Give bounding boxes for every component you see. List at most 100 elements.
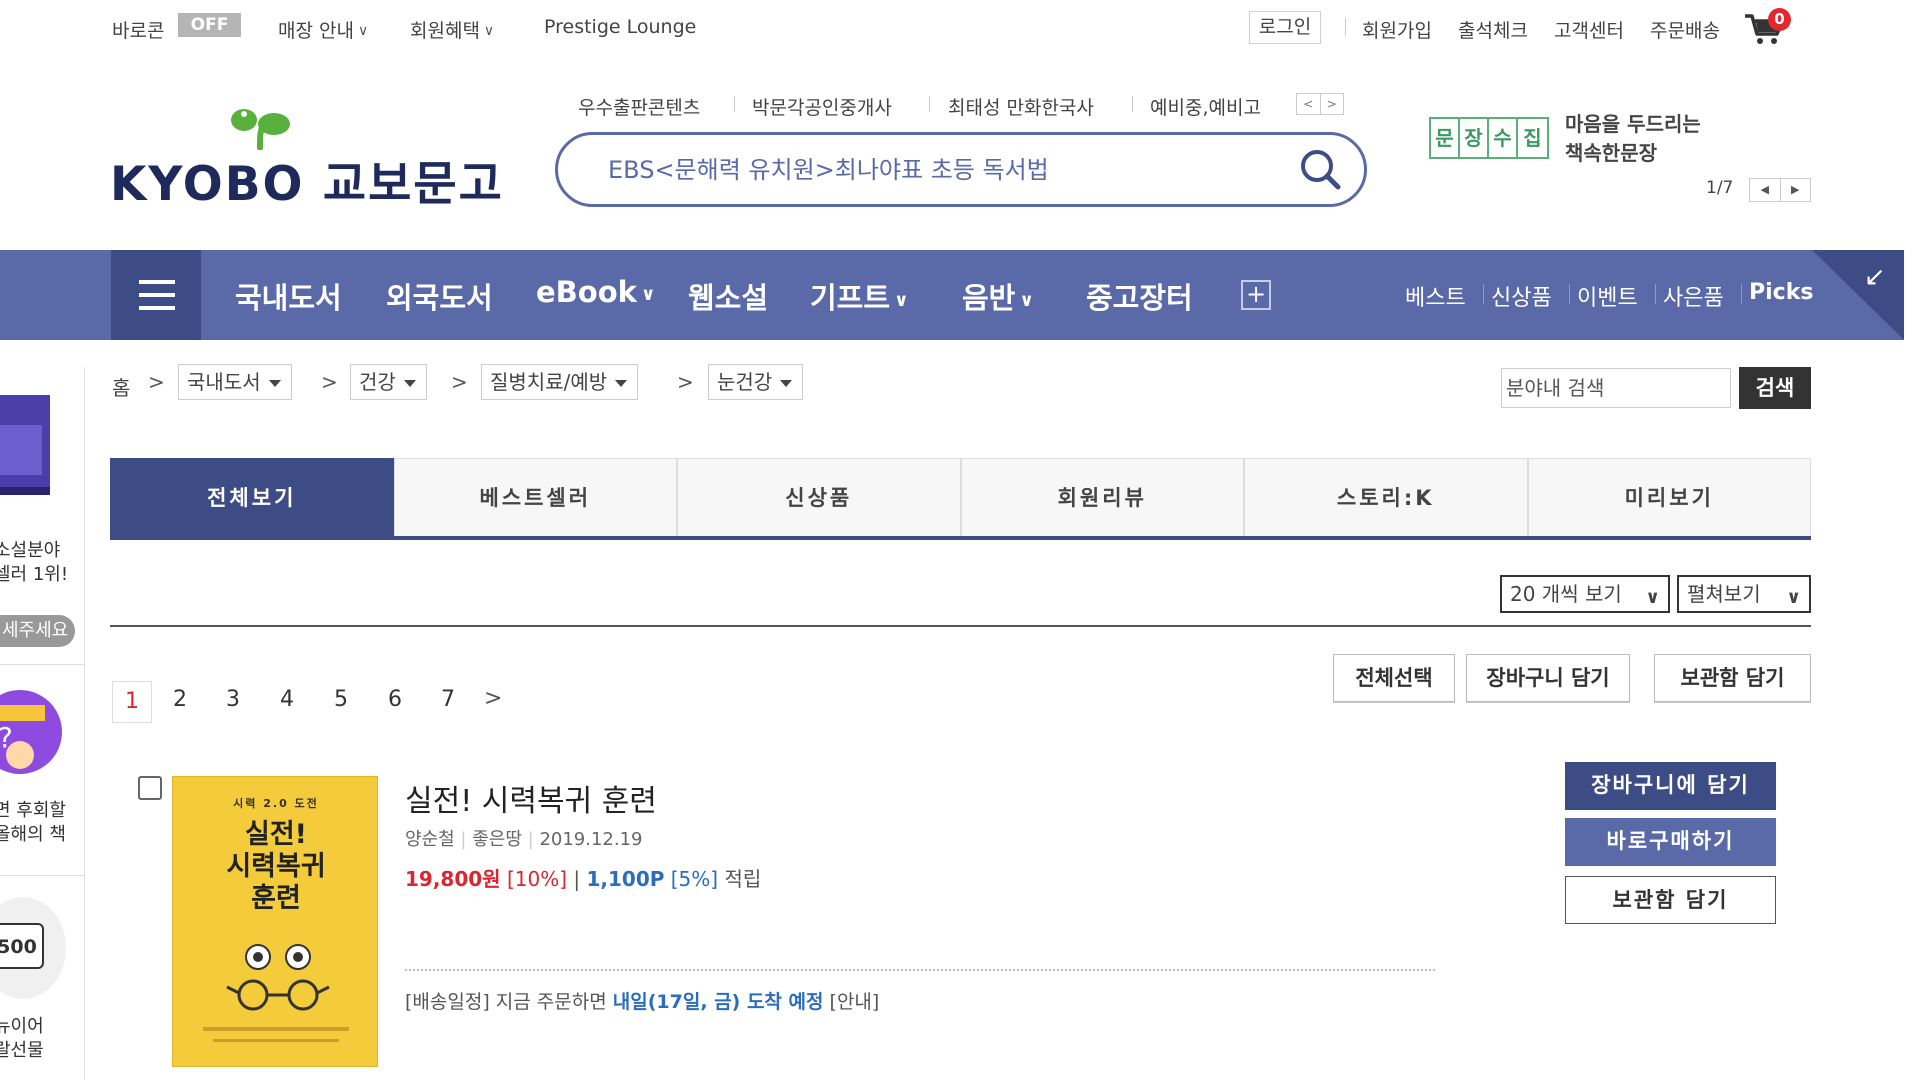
- plus-box-icon[interactable]: +: [1241, 280, 1271, 310]
- cart-button[interactable]: 0: [1743, 8, 1795, 48]
- tab-reviews[interactable]: 회원리뷰: [960, 458, 1244, 536]
- chevron-down-icon: ∨: [357, 23, 369, 39]
- nav-gifts[interactable]: 사은품: [1663, 280, 1724, 312]
- nav-new[interactable]: 신상품: [1491, 280, 1552, 312]
- nav-music[interactable]: 음반 ∨: [962, 275, 1034, 317]
- chevron-right-icon[interactable]: >: [1321, 94, 1344, 114]
- keyword-link[interactable]: 박문각공인중개사: [752, 93, 892, 120]
- nav-domestic-books[interactable]: 국내도서: [235, 275, 342, 317]
- nav-best[interactable]: 베스트: [1405, 280, 1466, 312]
- separator: [1741, 284, 1742, 304]
- page-link[interactable]: 4: [280, 687, 294, 712]
- baroke-toggle[interactable]: OFF: [178, 13, 241, 37]
- breadcrumb-home[interactable]: 홈: [112, 372, 130, 401]
- page-link[interactable]: 5: [334, 687, 348, 712]
- category-search-input[interactable]: [1501, 368, 1731, 408]
- sidebar-button[interactable]: 세주세요: [0, 615, 75, 647]
- buy-now-button[interactable]: 바로구매하기: [1565, 818, 1776, 866]
- book-of-year-badge[interactable]: ?: [0, 677, 70, 797]
- left-sidebar: 소설분야 셀러 1위! 세주세요 ? 면 후회할 올해의 책 500 뉴이어 랄…: [0, 367, 85, 1080]
- prestige-lounge-link[interactable]: Prestige Lounge: [544, 16, 696, 38]
- coin-badge[interactable]: 500: [0, 897, 66, 999]
- promo-line-2[interactable]: 책속한문장: [1565, 137, 1657, 166]
- breadcrumb-select-level-2[interactable]: 건강: [350, 364, 427, 400]
- tab-bestseller[interactable]: 베스트셀러: [393, 458, 677, 536]
- nav-ebook[interactable]: eBook ∨: [536, 275, 656, 309]
- cover-title-line: 실전!: [245, 819, 307, 850]
- chevron-down-icon: ∨: [1786, 587, 1801, 608]
- kyobo-logo[interactable]: KYOBO 교보문고: [110, 145, 504, 214]
- separator: [929, 96, 930, 112]
- book-cover-thumb[interactable]: [0, 395, 60, 505]
- add-to-cart-item-button[interactable]: 장바구니에 담기: [1565, 762, 1776, 810]
- caret-left-icon[interactable]: ◀: [1750, 179, 1781, 201]
- view-mode-label: 펼쳐보기: [1687, 582, 1761, 606]
- tab-story[interactable]: 스토리:K: [1244, 458, 1528, 536]
- chevron-right-icon[interactable]: >: [484, 686, 502, 711]
- category-search-button[interactable]: 검색: [1739, 367, 1811, 409]
- all-menu-button[interactable]: [111, 250, 201, 340]
- promo-stamp[interactable]: 문 장 수 집: [1429, 117, 1549, 159]
- page-link[interactable]: 6: [388, 687, 402, 712]
- page-link[interactable]: 7: [441, 687, 455, 712]
- breadcrumb-select-level-3[interactable]: 질병치료/예방: [481, 364, 639, 400]
- nav-web-novel[interactable]: 웹소설: [688, 275, 768, 317]
- breadcrumb-select-level-4[interactable]: 눈건강: [708, 364, 804, 400]
- nav-foreign-books[interactable]: 외국도서: [386, 275, 493, 317]
- page-current[interactable]: 1: [112, 681, 152, 723]
- search-button[interactable]: [1298, 147, 1342, 191]
- chevron-left-icon[interactable]: <: [1297, 94, 1321, 114]
- shipping-guide-link[interactable]: [안내]: [830, 991, 880, 1013]
- product-publisher[interactable]: 좋은땅: [472, 829, 522, 850]
- svg-text:?: ?: [0, 721, 13, 754]
- nav-picks[interactable]: Picks: [1749, 280, 1813, 305]
- page-link[interactable]: 2: [173, 687, 187, 712]
- keyword-pager: < >: [1296, 93, 1344, 115]
- arrow-down-left-icon[interactable]: ↙: [1864, 262, 1886, 292]
- product-title[interactable]: 실전! 시력복귀 훈련: [405, 776, 657, 820]
- keyword-link[interactable]: 예비중,예비고: [1150, 93, 1261, 120]
- keyword-link[interactable]: 우수출판콘텐츠: [578, 93, 700, 120]
- chevron-down-icon: ∨: [483, 23, 495, 39]
- stamp-char: 장: [1460, 119, 1489, 157]
- nav-used-market[interactable]: 중고장터: [1086, 275, 1193, 317]
- product-checkbox[interactable]: [138, 776, 162, 800]
- member-benefits-menu[interactable]: 회원혜택 ∨: [410, 16, 494, 43]
- attendance-link[interactable]: 출석체크: [1458, 16, 1528, 43]
- breadcrumb-select-level-1[interactable]: 국내도서: [178, 364, 292, 400]
- customer-center-link[interactable]: 고객센터: [1554, 16, 1624, 43]
- sidebar-text: 소설분야: [0, 540, 61, 561]
- order-delivery-link[interactable]: 주문배송: [1650, 16, 1720, 43]
- product-author[interactable]: 양순철: [405, 829, 455, 850]
- product-price-row: 19,800원 [10%] | 1,100P [5%] 적립: [405, 867, 762, 891]
- per-page-select[interactable]: 20 개씩 보기 ∨: [1500, 575, 1670, 613]
- search-input[interactable]: [608, 153, 1248, 187]
- add-to-wishlist-button[interactable]: 보관함 담기: [1654, 654, 1811, 702]
- divider: [0, 875, 85, 876]
- select-all-button[interactable]: 전체선택: [1333, 654, 1455, 702]
- page-link[interactable]: 3: [226, 687, 240, 712]
- nav-event[interactable]: 이벤트: [1577, 280, 1638, 312]
- tab-all[interactable]: 전체보기: [110, 458, 394, 536]
- promo-arrows: ◀ ▶: [1749, 178, 1811, 202]
- login-button[interactable]: 로그인: [1249, 11, 1321, 44]
- keyword-link[interactable]: 최태성 만화한국사: [948, 93, 1094, 120]
- product-cover[interactable]: 시력 2.0 도전 실전! 시력복귀 훈련: [172, 776, 378, 1067]
- tab-preview[interactable]: 미리보기: [1527, 458, 1811, 536]
- search-box: [555, 132, 1367, 207]
- store-info-menu[interactable]: 매장 안내 ∨: [278, 16, 368, 43]
- signup-link[interactable]: 회원가입: [1362, 16, 1432, 43]
- nav-gift[interactable]: 기프트 ∨: [810, 275, 909, 317]
- baroke-label: 바로콘: [112, 20, 165, 42]
- view-mode-select[interactable]: 펼쳐보기 ∨: [1677, 575, 1811, 613]
- member-benefits-label: 회원혜택: [410, 20, 480, 42]
- add-to-wishlist-item-button[interactable]: 보관함 담기: [1565, 876, 1776, 924]
- per-page-label: 20 개씩 보기: [1510, 582, 1622, 606]
- add-to-cart-button[interactable]: 장바구니 담기: [1466, 654, 1630, 702]
- promo-line-1[interactable]: 마음을 두드리는: [1565, 108, 1701, 137]
- tab-new[interactable]: 신상품: [677, 458, 961, 536]
- shipping-info: [배송일정] 지금 주문하면 내일(17일, 금) 도착 예정 [안내]: [405, 987, 879, 1014]
- caret-right-icon[interactable]: ▶: [1781, 179, 1811, 201]
- shipping-prefix: [배송일정] 지금 주문하면: [405, 991, 607, 1013]
- coin-label: 500: [0, 923, 44, 969]
